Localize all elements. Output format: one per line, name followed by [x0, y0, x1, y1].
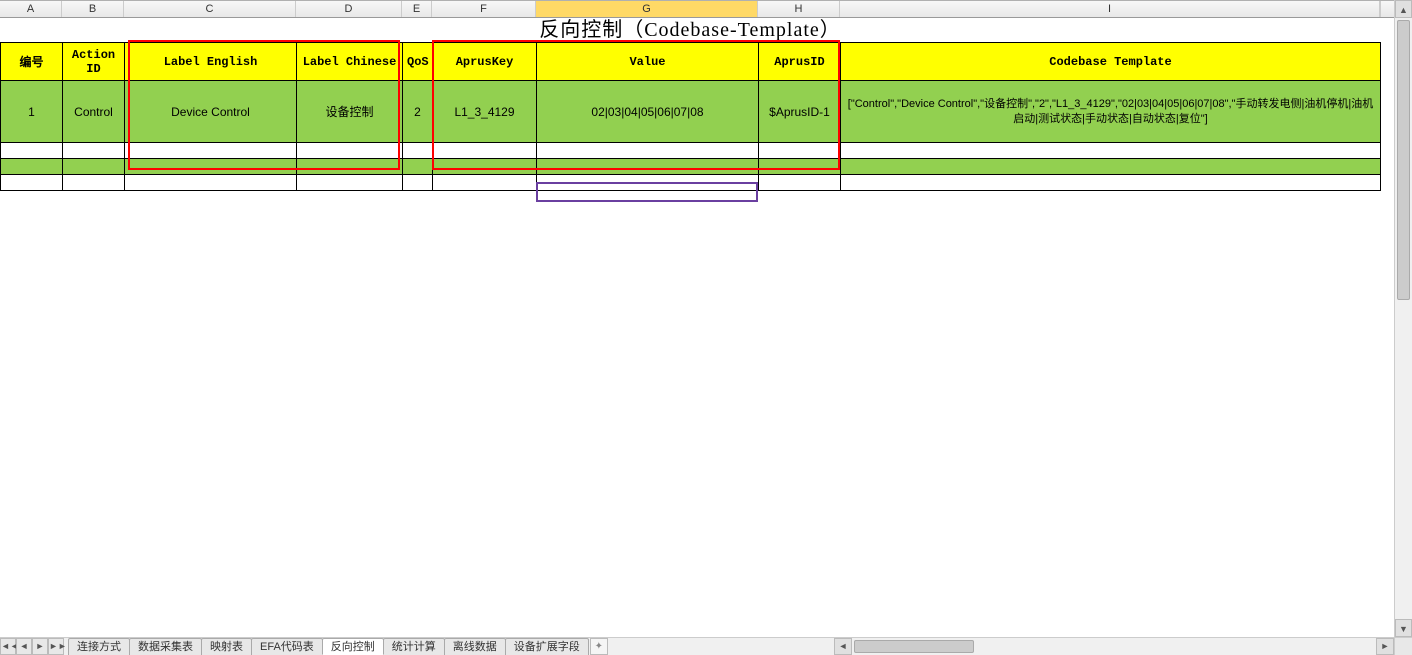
cell-label-chinese[interactable]: 设备控制 — [297, 81, 403, 143]
cell[interactable] — [759, 143, 841, 159]
cell-label-english[interactable]: Device Control — [125, 81, 297, 143]
cell-apruskey[interactable]: L1_3_4129 — [433, 81, 537, 143]
cell[interactable] — [403, 159, 433, 175]
table-row-empty — [1, 143, 1381, 159]
cell[interactable] — [537, 175, 759, 191]
hdr-aprusid[interactable]: AprusID — [759, 43, 841, 81]
cell[interactable] — [403, 143, 433, 159]
hscroll-thumb[interactable] — [854, 640, 974, 653]
sheet-tab-connection[interactable]: 连接方式 — [68, 638, 130, 655]
scroll-up-button[interactable]: ▲ — [1395, 0, 1412, 18]
tab-nav-last[interactable]: ►► — [48, 638, 64, 655]
col-header-D[interactable]: D — [296, 1, 402, 17]
col-header-F[interactable]: F — [432, 1, 536, 17]
cell[interactable] — [1, 159, 63, 175]
cell[interactable] — [403, 175, 433, 191]
cell[interactable] — [433, 159, 537, 175]
cell[interactable] — [63, 159, 125, 175]
sheet-tab-stat-calc[interactable]: 统计计算 — [383, 638, 445, 655]
cell[interactable] — [759, 159, 841, 175]
col-header-B[interactable]: B — [62, 1, 124, 17]
cell-action-id[interactable]: Control — [63, 81, 125, 143]
data-table: 编号 Action ID Label English Label Chinese… — [0, 42, 1381, 191]
cell[interactable] — [841, 159, 1381, 175]
tab-nav-next[interactable]: ► — [32, 638, 48, 655]
worksheet-area[interactable]: 反向控制（Codebase-Template） 编号 Action ID Lab… — [0, 18, 1394, 637]
vertical-scrollbar[interactable]: ▲ ▼ — [1394, 0, 1412, 637]
cell-number[interactable]: 1 — [1, 81, 63, 143]
table-row-empty — [1, 175, 1381, 191]
hdr-label-english[interactable]: Label English — [125, 43, 297, 81]
cell[interactable] — [125, 175, 297, 191]
scroll-down-button[interactable]: ▼ — [1395, 619, 1412, 637]
tab-nav-first[interactable]: ◄◄ — [0, 638, 16, 655]
cell[interactable] — [1, 143, 63, 159]
col-header-A[interactable]: A — [0, 1, 62, 17]
vscroll-thumb[interactable] — [1397, 20, 1410, 300]
hscroll-track[interactable] — [852, 638, 1376, 655]
horizontal-scrollbar[interactable]: ◄ ► — [834, 637, 1394, 655]
hdr-qos[interactable]: QoS — [403, 43, 433, 81]
cell[interactable] — [297, 143, 403, 159]
hdr-number[interactable]: 编号 — [1, 43, 63, 81]
tab-nav-prev[interactable]: ◄ — [16, 638, 32, 655]
sheet-nav-buttons: ◄◄ ◄ ► ►► — [0, 638, 64, 655]
column-header-row: A B C D E F G H I — [0, 0, 1412, 18]
sheet-tab-strip: ◄◄ ◄ ► ►► 连接方式 数据采集表 映射表 EFA代码表 反向控制 统计计… — [0, 637, 834, 655]
hdr-codebase-template[interactable]: Codebase Template — [841, 43, 1381, 81]
col-header-gutter — [1380, 1, 1381, 17]
cell[interactable] — [125, 143, 297, 159]
col-header-I[interactable]: I — [840, 1, 1380, 17]
cell[interactable] — [841, 143, 1381, 159]
sheet-title: 反向控制（Codebase-Template） — [0, 18, 1380, 42]
scroll-right-button[interactable]: ► — [1376, 638, 1394, 655]
cell[interactable] — [125, 159, 297, 175]
cell[interactable] — [63, 143, 125, 159]
cell-codebase-template[interactable]: ["Control","Device Control","设备控制","2","… — [841, 81, 1381, 143]
sheet-tab-reverse-control[interactable]: 反向控制 — [322, 638, 384, 655]
cell[interactable] — [1, 175, 63, 191]
cell[interactable] — [433, 143, 537, 159]
sheet-tab-offline-data[interactable]: 离线数据 — [444, 638, 506, 655]
cell[interactable] — [537, 143, 759, 159]
cell[interactable] — [841, 175, 1381, 191]
hdr-action-id[interactable]: Action ID — [63, 43, 125, 81]
col-header-C[interactable]: C — [124, 1, 296, 17]
sheet-tab-mapping[interactable]: 映射表 — [201, 638, 252, 655]
cell-qos[interactable]: 2 — [403, 81, 433, 143]
scroll-corner — [1394, 637, 1412, 655]
col-header-H[interactable]: H — [758, 1, 840, 17]
cell[interactable] — [537, 159, 759, 175]
sheet-tab-device-ext[interactable]: 设备扩展字段 — [505, 638, 589, 655]
table-row: 1 Control Device Control 设备控制 2 L1_3_412… — [1, 81, 1381, 143]
table-row-green — [1, 159, 1381, 175]
hdr-value[interactable]: Value — [537, 43, 759, 81]
cell[interactable] — [759, 175, 841, 191]
sheet-tab-efa-code[interactable]: EFA代码表 — [251, 638, 323, 655]
table-header-row: 编号 Action ID Label English Label Chinese… — [1, 43, 1381, 81]
cell[interactable] — [63, 175, 125, 191]
cell[interactable] — [297, 159, 403, 175]
cell-value[interactable]: 02|03|04|05|06|07|08 — [537, 81, 759, 143]
hdr-apruskey[interactable]: AprusKey — [433, 43, 537, 81]
cell-aprusid[interactable]: $AprusID-1 — [759, 81, 841, 143]
col-header-E[interactable]: E — [402, 1, 432, 17]
col-header-G[interactable]: G — [536, 1, 758, 17]
sheet-tab-data-collect[interactable]: 数据采集表 — [129, 638, 202, 655]
cell[interactable] — [297, 175, 403, 191]
hdr-label-chinese[interactable]: Label Chinese — [297, 43, 403, 81]
new-sheet-icon[interactable]: ✦ — [590, 638, 608, 655]
cell[interactable] — [433, 175, 537, 191]
scroll-left-button[interactable]: ◄ — [834, 638, 852, 655]
